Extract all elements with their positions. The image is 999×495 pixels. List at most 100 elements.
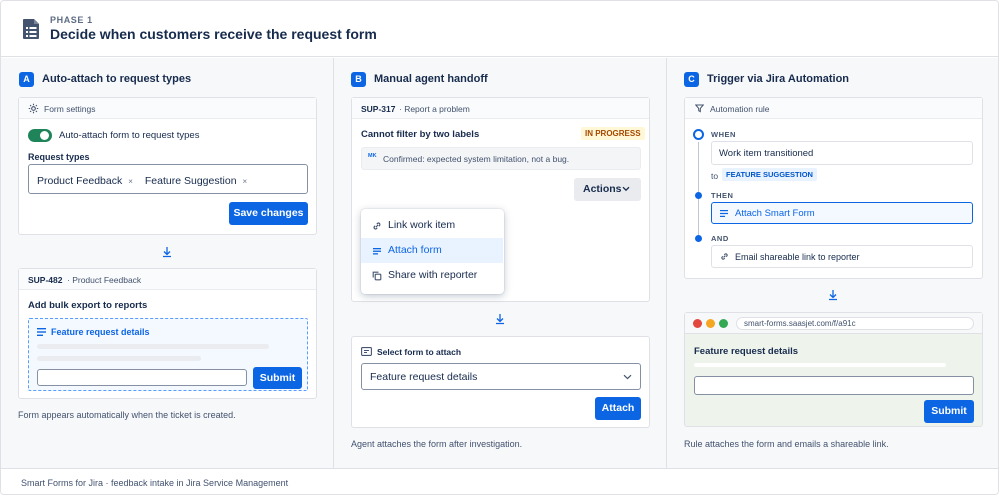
avatar: MK xyxy=(368,153,377,159)
trigger-value: Work item transitioned xyxy=(719,148,814,159)
select-form-label: Select form to attach xyxy=(377,347,462,357)
column-caption: Agent attaches the form after investigat… xyxy=(351,439,523,449)
request-types-label: Request types xyxy=(28,152,90,162)
comment-box: MK Confirmed: expected system limitation… xyxy=(361,147,641,170)
ticket-type: · Report a problem xyxy=(399,104,470,114)
ticket-summary: Add bulk export to reports xyxy=(28,300,148,311)
ticket-key[interactable]: SUP-317 xyxy=(361,104,396,114)
column-title: Manual agent handoff xyxy=(374,73,488,85)
action-value: Attach Smart Form xyxy=(735,208,815,219)
ticket-card: SUP-482 · Product Feedback Add bulk expo… xyxy=(18,268,317,399)
form-title: Feature request details xyxy=(51,327,150,337)
submit-button[interactable]: Submit xyxy=(253,367,302,389)
form-lines-icon xyxy=(37,328,46,336)
arrow-down-icon xyxy=(829,290,837,301)
form-title: Feature request details xyxy=(694,346,799,357)
page-footer: Smart Forms for Jira · feedback intake i… xyxy=(1,468,998,494)
form-input[interactable] xyxy=(694,376,974,395)
menu-item-label: Share with reporter xyxy=(388,269,478,281)
form-list-icon xyxy=(23,19,39,39)
then-label: THEN xyxy=(711,191,734,200)
secondary-action-field[interactable]: Email shareable link to reporter xyxy=(711,245,973,268)
filter-icon xyxy=(695,104,704,113)
request-types-field[interactable]: Product Feedback × Feature Suggestion × xyxy=(28,164,308,194)
form-select[interactable]: Feature request details xyxy=(361,363,641,390)
save-changes-button[interactable]: Save changes xyxy=(229,202,308,225)
and-label: AND xyxy=(711,234,729,243)
skeleton-line xyxy=(37,344,269,349)
trigger-field[interactable]: Work item transitioned xyxy=(711,141,973,165)
page-title: Decide when customers receive the reques… xyxy=(50,26,377,42)
column-badge: A xyxy=(19,72,34,87)
card-header: SUP-317 · Report a problem xyxy=(352,98,649,119)
toggle-label: Auto-attach form to request types xyxy=(59,130,200,141)
browser-chrome: smart-forms.saasjet.com/f/a91c xyxy=(685,313,982,334)
url-text: smart-forms.saasjet.com/f/a91c xyxy=(744,319,856,328)
chevron-down-icon xyxy=(623,374,632,380)
column-badge: C xyxy=(684,72,699,87)
column-title: Trigger via Jira Automation xyxy=(707,73,850,85)
column-automation: C Trigger via Jira Automation Automation… xyxy=(667,58,998,468)
form-settings-card: Form settings Auto-attach form to reques… xyxy=(18,97,317,235)
address-bar[interactable]: smart-forms.saasjet.com/f/a91c xyxy=(736,317,974,330)
card-header-label: Automation rule xyxy=(710,104,770,114)
chip-remove-icon[interactable]: × xyxy=(243,177,248,186)
chip-remove-icon[interactable]: × xyxy=(128,177,133,186)
diagram-frame: PHASE 1 Decide when customers receive th… xyxy=(0,0,999,495)
column-caption: Rule attaches the form and emails a shar… xyxy=(684,439,889,449)
action-field[interactable]: Attach Smart Form xyxy=(711,202,973,224)
minimize-dot[interactable] xyxy=(706,319,715,328)
ticket-type: · Product Feedback xyxy=(67,275,142,285)
menu-item-attach-form[interactable]: Attach form xyxy=(361,238,503,263)
chip-list: Product Feedback × Feature Suggestion × xyxy=(37,173,259,187)
arrow-down-icon xyxy=(163,247,171,258)
column-title: Auto-attach to request types xyxy=(42,73,192,85)
card-header: Form settings xyxy=(19,98,316,119)
form-select-value: Feature request details xyxy=(370,371,478,383)
card-header: SUP-482 · Product Feedback xyxy=(19,269,316,290)
skeleton-line xyxy=(37,356,201,361)
ticket-key[interactable]: SUP-482 xyxy=(28,275,63,285)
when-label: WHEN xyxy=(711,130,736,139)
close-dot[interactable] xyxy=(693,319,702,328)
select-form-card: Select form to attach Feature request de… xyxy=(351,336,650,428)
menu-item-label: Attach form xyxy=(388,244,442,256)
maximize-dot[interactable] xyxy=(719,319,728,328)
column-manual-handoff: B Manual agent handoff SUP-317 · Report … xyxy=(334,58,667,468)
secondary-action-value: Email shareable link to reporter xyxy=(735,252,860,262)
attach-button[interactable]: Attach xyxy=(595,397,641,420)
chip-product-feedback: Product Feedback × xyxy=(37,175,133,187)
timeline-node xyxy=(695,235,702,242)
footer-text: Smart Forms for Jira · feedback intake i… xyxy=(21,478,289,488)
column-badge: B xyxy=(351,72,366,87)
toggle-knob xyxy=(40,131,49,140)
column-caption: Form appears automatically when the tick… xyxy=(18,410,236,420)
menu-item-share-with-reporter[interactable]: Share with reporter xyxy=(361,263,503,288)
menu-item-link-work-item[interactable]: Link work item xyxy=(361,213,503,238)
comment-text: Confirmed: expected system limitation, n… xyxy=(383,154,570,164)
actions-menu: Link work item Attach form Share with re… xyxy=(361,209,504,294)
to-label: to xyxy=(711,171,719,181)
card-header-label: Form settings xyxy=(44,104,96,114)
automation-rule-card: Automation rule WHEN Work item transitio… xyxy=(684,97,983,279)
auto-attach-toggle[interactable] xyxy=(28,129,52,142)
browser-window: smart-forms.saasjet.com/f/a91c Feature r… xyxy=(684,312,983,427)
column-auto-attach: A Auto-attach to request types Form sett… xyxy=(1,58,334,468)
chip-feature-suggestion: Feature Suggestion × xyxy=(144,175,248,187)
skeleton-line xyxy=(694,363,946,367)
form-input[interactable] xyxy=(37,369,247,386)
status-lozenge: FEATURE SUGGESTION xyxy=(722,168,817,181)
actions-label: Actions xyxy=(583,183,622,195)
menu-item-label: Link work item xyxy=(388,219,456,231)
copy-icon xyxy=(372,271,382,281)
arrow-down-icon xyxy=(496,314,504,325)
form-lines-icon xyxy=(373,248,381,255)
status-badge: IN PROGRESS xyxy=(581,127,645,140)
card-header: Automation rule xyxy=(685,98,982,119)
actions-button[interactable]: Actions xyxy=(574,178,641,201)
chevron-down-icon xyxy=(622,186,630,192)
gear-icon xyxy=(28,103,39,114)
link-icon xyxy=(373,222,381,230)
timeline-node xyxy=(695,192,702,199)
submit-button[interactable]: Submit xyxy=(924,400,974,423)
